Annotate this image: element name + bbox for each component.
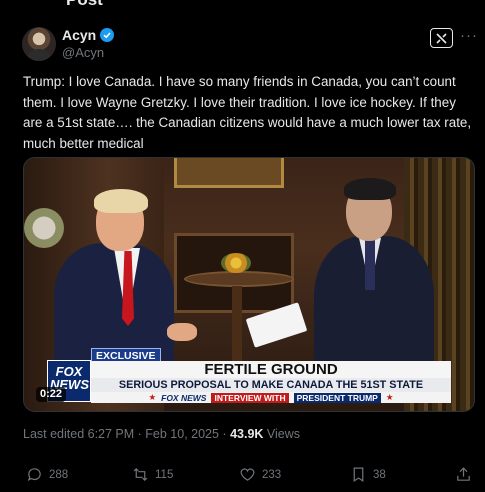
side-table bbox=[184, 271, 294, 287]
chyron-ticker: ★ FOX NEWS INTERVIEW WITH PRESIDENT TRUM… bbox=[91, 392, 451, 403]
bookmark-button[interactable]: 38 bbox=[350, 466, 386, 483]
page-title: Post bbox=[66, 0, 103, 10]
grok-icon[interactable] bbox=[430, 28, 453, 48]
chyron-subheadline: SERIOUS PROPOSAL TO MAKE CANADA THE 51ST… bbox=[91, 378, 451, 392]
reply-icon bbox=[27, 468, 41, 482]
table-flowers bbox=[221, 253, 251, 273]
tweet-text: Trump: I love Canada. I have so many fri… bbox=[23, 74, 472, 151]
views-label: Views bbox=[263, 427, 301, 441]
ticker-label: INTERVIEW WITH bbox=[211, 392, 289, 403]
interviewee-figure bbox=[54, 189, 197, 373]
chyron-headline: FERTILE GROUND bbox=[91, 361, 451, 378]
video-player[interactable]: EXCLUSIVE FOX NEWS FERTILE GROUND SERIOUS… bbox=[23, 157, 475, 412]
reply-button[interactable]: 288 bbox=[26, 466, 68, 483]
background-mirror bbox=[174, 158, 284, 188]
author-name-text[interactable]: Acyn bbox=[62, 27, 96, 43]
reply-count: 288 bbox=[49, 468, 69, 481]
views-count: 43.9K bbox=[230, 427, 264, 441]
verified-badge-icon[interactable] bbox=[100, 28, 115, 42]
exclusive-tag: EXCLUSIVE bbox=[91, 348, 161, 362]
ticker-network: FOX NEWS bbox=[161, 392, 207, 403]
author-handle[interactable]: @Acyn bbox=[62, 45, 104, 60]
bookmark-count: 38 bbox=[373, 468, 386, 481]
post-meta: Last edited 6:27 PM · Feb 10, 2025 · 43.… bbox=[23, 427, 300, 441]
bookmark-icon bbox=[353, 467, 364, 483]
share-button[interactable] bbox=[455, 466, 472, 483]
ticker-subject: PRESIDENT TRUMP bbox=[293, 392, 381, 403]
more-icon[interactable]: ··· bbox=[460, 27, 478, 44]
news-chyron: EXCLUSIVE FOX NEWS FERTILE GROUND SERIOUS… bbox=[24, 348, 474, 411]
top-bar: Post bbox=[0, 0, 485, 10]
edited-timestamp[interactable]: Last edited 6:27 PM · Feb 10, 2025 · bbox=[23, 427, 230, 441]
repost-button[interactable]: 115 bbox=[132, 466, 173, 483]
share-icon bbox=[457, 467, 470, 481]
action-bar: 288 115 233 38 bbox=[0, 466, 485, 486]
repost-icon bbox=[133, 467, 148, 482]
video-duration: 0:22 bbox=[36, 387, 67, 402]
repost-count: 115 bbox=[155, 468, 174, 481]
ticker-stars: ★ bbox=[385, 392, 394, 402]
like-button[interactable]: 233 bbox=[239, 466, 281, 483]
like-icon bbox=[240, 468, 255, 481]
avatar[interactable] bbox=[22, 27, 56, 61]
ticker-stars: ★ bbox=[148, 392, 157, 402]
like-count: 233 bbox=[262, 468, 282, 481]
author-name[interactable]: Acyn bbox=[62, 27, 115, 43]
